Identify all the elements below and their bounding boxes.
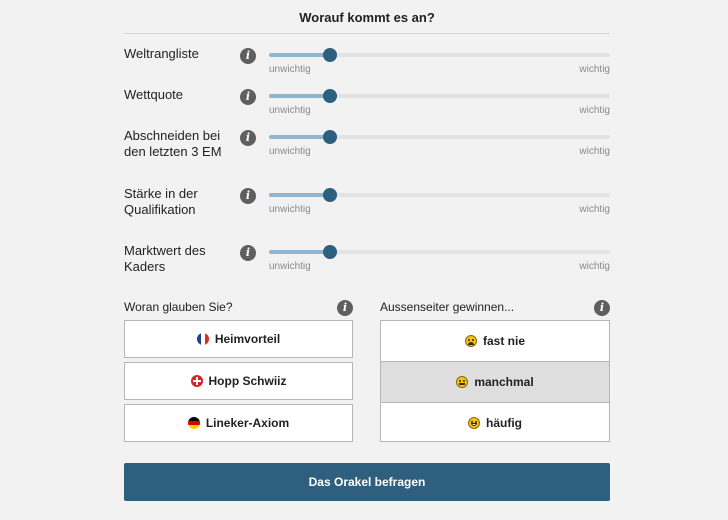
option-label: fast nie (482, 334, 525, 348)
slider-max-label: wichtig (579, 146, 610, 157)
info-icon[interactable]: i (240, 245, 256, 261)
option-label: häufig (486, 416, 522, 430)
germany-flag-icon (187, 417, 200, 429)
neutral-face-icon (456, 376, 469, 388)
slider-thumb[interactable] (323, 130, 338, 144)
slider-track[interactable] (269, 245, 610, 259)
section-title: Worauf kommt es an? (299, 10, 435, 25)
option-label: manchmal (474, 375, 534, 389)
slider-label: Stärke in der Qualifikation (124, 186, 198, 217)
slider-row-em-ergebnisse: Abschneiden bei den letzten 3 EM i unwic… (124, 128, 610, 168)
lineker-axiom-button[interactable]: Lineker-Axiom (124, 404, 353, 442)
info-icon[interactable]: i (240, 188, 256, 204)
slider-label: Marktwert des Kaders (124, 243, 206, 274)
info-icon[interactable]: i (594, 300, 610, 316)
slider-fill (269, 53, 331, 57)
slider-track[interactable] (269, 130, 610, 144)
underdog-frequency-selector: fast nie manchmal häufig (380, 320, 610, 442)
heimvorteil-button[interactable]: Heimvorteil (124, 320, 353, 358)
slider-thumb[interactable] (323, 89, 338, 103)
ask-oracle-button[interactable]: Das Orakel befragen (124, 463, 610, 501)
slider-fill (269, 135, 331, 139)
slider-min-label: unwichtig (269, 261, 311, 272)
beliefs-label: Woran glauben Sie? (124, 300, 233, 314)
info-icon[interactable]: i (240, 89, 256, 105)
slider-label: Weltrangliste (124, 46, 199, 61)
slider-label: Abschneiden bei den letzten 3 EM (124, 128, 222, 159)
slider-track[interactable] (269, 188, 610, 202)
info-icon[interactable]: i (337, 300, 353, 316)
slider-row-qualifikation: Stärke in der Qualifikation i unwichtig … (124, 186, 610, 226)
slider-fill (269, 94, 331, 98)
slider-track[interactable] (269, 89, 610, 103)
fast-nie-option[interactable]: fast nie (381, 321, 609, 361)
slider-max-label: wichtig (579, 204, 610, 215)
slider-min-label: unwichtig (269, 204, 311, 215)
slider-max-label: wichtig (579, 261, 610, 272)
hopp-schwiiz-button[interactable]: Hopp Schwiiz (124, 362, 353, 400)
slider-row-marktwert: Marktwert des Kaders i unwichtig wichtig (124, 243, 610, 283)
slider-row-wettquote: Wettquote i unwichtig wichtig (124, 87, 610, 127)
slider-fill (269, 250, 331, 254)
slider-min-label: unwichtig (269, 105, 311, 116)
swiss-flag-icon (190, 375, 203, 387)
sad-face-icon (464, 335, 477, 347)
manchmal-option[interactable]: manchmal (381, 362, 609, 402)
slider-thumb[interactable] (323, 48, 338, 62)
slider-track[interactable] (269, 48, 610, 62)
info-icon[interactable]: i (240, 130, 256, 146)
slider-thumb[interactable] (323, 245, 338, 259)
slider-max-label: wichtig (579, 64, 610, 75)
option-label: Hopp Schwiiz (208, 374, 287, 388)
slider-max-label: wichtig (579, 105, 610, 116)
option-label: Lineker-Axiom (205, 416, 290, 430)
info-icon[interactable]: i (240, 48, 256, 64)
haeufig-option[interactable]: häufig (381, 403, 609, 443)
slider-fill (269, 193, 331, 197)
slider-thumb[interactable] (323, 188, 338, 202)
slider-row-weltrangliste: Weltrangliste i unwichtig wichtig (124, 46, 610, 86)
option-label: Heimvorteil (214, 332, 281, 346)
happy-face-icon (468, 417, 480, 429)
slider-min-label: unwichtig (269, 64, 311, 75)
underdogs-label: Aussenseiter gewinnen... (380, 300, 515, 314)
title-divider (124, 33, 610, 34)
oracle-panel: Worauf kommt es an? Weltrangliste i unwi… (124, 0, 610, 520)
france-flag-icon (196, 333, 209, 345)
slider-min-label: unwichtig (269, 146, 311, 157)
slider-label: Wettquote (124, 87, 184, 102)
